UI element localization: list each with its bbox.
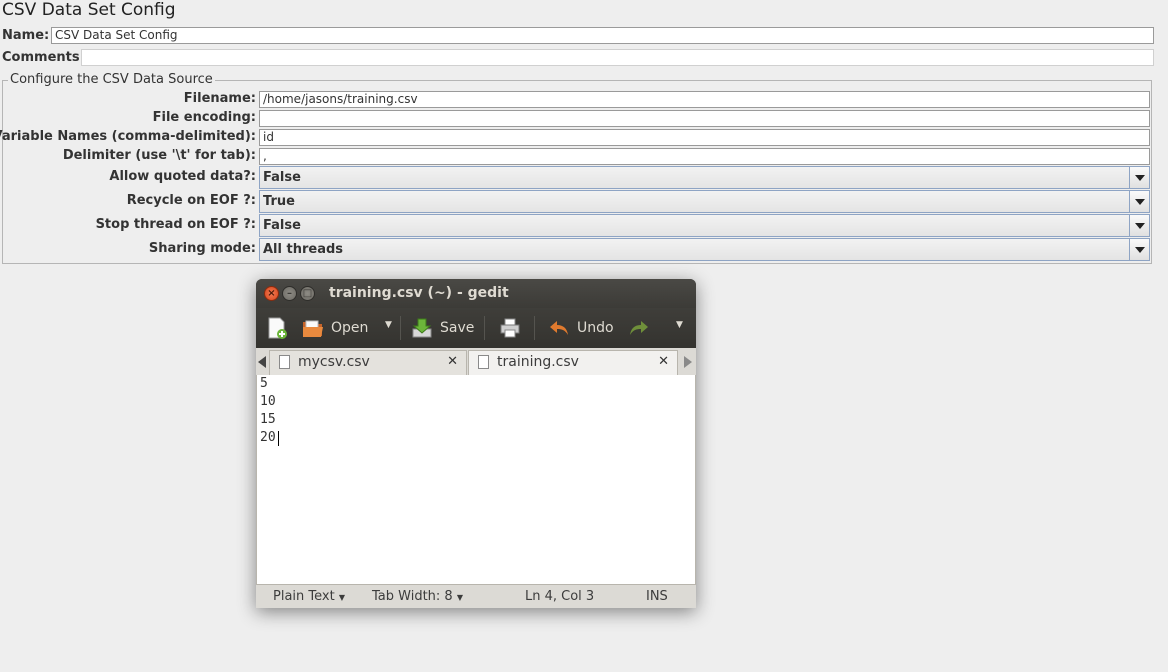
variable-names-label: Variable Names (comma-delimited): — [0, 129, 256, 144]
save-icon — [412, 318, 432, 338]
toolbar-separator — [484, 316, 485, 340]
chevron-down-icon[interactable] — [1129, 215, 1149, 236]
stop-thread-label: Stop thread on EOF ?: — [95, 217, 256, 232]
printer-icon — [500, 318, 520, 338]
document-icon — [279, 355, 290, 369]
open-label: Open — [331, 320, 369, 336]
save-label: Save — [440, 320, 475, 336]
comments-label: Comments: — [2, 50, 85, 65]
chevron-down-icon[interactable] — [1129, 167, 1149, 188]
filename-input[interactable]: /home/jasons/training.csv — [259, 91, 1150, 108]
toolbar: Open ▼ Save Undo ▼ — [256, 308, 696, 348]
comments-input[interactable] — [81, 49, 1154, 66]
toolbar-separator — [534, 316, 535, 340]
delimiter-label: Delimiter (use '\t' for tab): — [62, 148, 256, 163]
redo-icon — [630, 321, 648, 335]
allow-quoted-select[interactable]: False — [259, 166, 1150, 189]
document-icon — [478, 355, 489, 369]
allow-quoted-label: Allow quoted data?: — [109, 169, 256, 184]
file-encoding-input[interactable] — [259, 110, 1150, 127]
text-editor[interactable]: 5 10 15 20 — [256, 375, 696, 584]
tab-scroll-left-icon[interactable] — [258, 356, 266, 368]
text-cursor — [278, 431, 279, 446]
save-button[interactable]: Save — [411, 317, 474, 339]
folder-open-icon — [303, 320, 323, 337]
document-tabs: mycsv.csv ✕ training.csv ✕ — [256, 348, 696, 376]
toolbar-overflow-icon[interactable]: ▼ — [676, 320, 683, 330]
name-label: Name: — [2, 28, 50, 43]
editor-line: 20 — [260, 430, 276, 445]
editor-line: 10 — [260, 394, 276, 409]
editor-line: 15 — [260, 412, 276, 427]
tab-label: training.csv — [497, 354, 579, 370]
open-recent-dropdown-icon[interactable]: ▼ — [385, 320, 392, 330]
sharing-mode-value: All threads — [263, 242, 344, 257]
undo-label: Undo — [577, 320, 614, 336]
variable-names-input[interactable]: id — [259, 129, 1150, 146]
tab-width-selector[interactable]: Tab Width: 8 ▼ — [372, 589, 463, 604]
group-title: Configure the CSV Data Source — [8, 72, 215, 87]
file-encoding-label: File encoding: — [152, 110, 256, 125]
filename-label: Filename: — [183, 91, 256, 106]
redo-button[interactable] — [628, 317, 657, 339]
status-bar: Plain Text ▼ Tab Width: 8 ▼ Ln 4, Col 3 … — [256, 584, 696, 608]
open-button[interactable]: Open — [302, 317, 368, 339]
tab-scroll-right-icon[interactable] — [684, 356, 692, 368]
tab-width-label: Tab Width: 8 — [372, 589, 453, 604]
undo-icon — [550, 321, 568, 335]
delimiter-input[interactable]: , — [259, 148, 1150, 165]
new-document-button[interactable] — [266, 317, 295, 339]
insert-mode: INS — [646, 589, 668, 604]
minimize-window-icon[interactable]: – — [282, 286, 297, 301]
chevron-down-icon[interactable] — [1129, 239, 1149, 260]
stop-thread-select[interactable]: False — [259, 214, 1150, 237]
new-document-icon — [268, 317, 287, 339]
tab-training[interactable]: training.csv ✕ — [468, 350, 678, 375]
tab-mycsv[interactable]: mycsv.csv ✕ — [269, 350, 467, 375]
allow-quoted-value: False — [263, 170, 301, 185]
language-selector[interactable]: Plain Text ▼ — [273, 589, 345, 604]
sharing-mode-label: Sharing mode: — [148, 241, 256, 256]
recycle-eof-label: Recycle on EOF ?: — [126, 193, 256, 208]
window-title: training.csv (~) - gedit — [329, 285, 509, 301]
name-input[interactable]: CSV Data Set Config — [51, 27, 1154, 44]
chevron-down-icon[interactable] — [1129, 191, 1149, 212]
cursor-position: Ln 4, Col 3 — [525, 589, 595, 604]
close-tab-icon[interactable]: ✕ — [658, 354, 669, 369]
window-titlebar[interactable]: × – □ training.csv (~) - gedit — [256, 279, 696, 308]
page-title: CSV Data Set Config — [2, 0, 176, 20]
recycle-eof-select[interactable]: True — [259, 190, 1150, 213]
chevron-down-icon: ▼ — [456, 593, 463, 602]
recycle-eof-value: True — [263, 194, 295, 209]
tab-label: mycsv.csv — [298, 354, 370, 370]
print-button[interactable] — [499, 317, 528, 339]
close-window-icon[interactable]: × — [264, 286, 279, 301]
maximize-window-icon[interactable]: □ — [300, 286, 315, 301]
editor-line: 5 — [260, 376, 268, 391]
chevron-down-icon: ▼ — [338, 593, 345, 602]
stop-thread-value: False — [263, 218, 301, 233]
sharing-mode-select[interactable]: All threads — [259, 238, 1150, 261]
toolbar-separator — [400, 316, 401, 340]
gedit-window: × – □ training.csv (~) - gedit Open ▼ Sa… — [256, 279, 696, 608]
language-label: Plain Text — [273, 589, 335, 604]
close-tab-icon[interactable]: ✕ — [447, 354, 458, 369]
undo-button[interactable]: Undo — [548, 317, 614, 339]
